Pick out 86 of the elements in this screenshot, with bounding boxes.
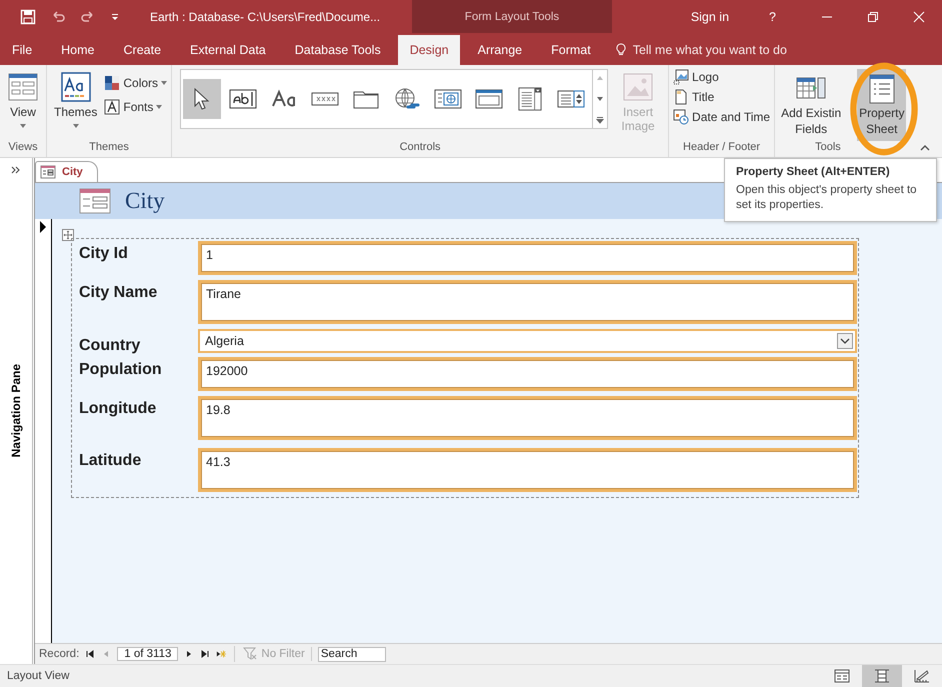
search-field[interactable]: Search bbox=[318, 646, 386, 662]
status-text: Layout View bbox=[7, 670, 70, 682]
design-view-icon[interactable] bbox=[914, 669, 930, 683]
ribbon-tab[interactable]: Database Tools bbox=[282, 35, 392, 65]
combo-box[interactable]: Algeria bbox=[198, 329, 857, 353]
caret-icon bbox=[156, 105, 162, 109]
field-label: City Id bbox=[78, 244, 129, 264]
caret-icon bbox=[20, 124, 26, 128]
fonts-button[interactable]: Fonts bbox=[104, 99, 168, 115]
colors-button[interactable]: Colors bbox=[104, 75, 168, 91]
group-label: Views bbox=[7, 141, 39, 155]
ribbon-tab[interactable]: Create bbox=[112, 35, 172, 65]
scroll-down-icon[interactable] bbox=[596, 95, 604, 103]
text-field[interactable]: 1 bbox=[198, 241, 857, 275]
first-record-icon[interactable] bbox=[85, 649, 96, 659]
tool-button[interactable]: Add Existin Fields bbox=[779, 69, 844, 141]
text-field[interactable]: 19.8 bbox=[198, 396, 857, 440]
calendar-clock-icon bbox=[673, 109, 690, 125]
caret-icon bbox=[72, 124, 79, 128]
help-button[interactable]: ? bbox=[741, 10, 804, 24]
context-title: Form Layout Tools bbox=[464, 10, 560, 22]
themes-button[interactable]: Themes bbox=[51, 69, 100, 130]
ribbon-tab[interactable]: Format bbox=[539, 35, 602, 65]
group-label: Controls bbox=[398, 141, 442, 155]
form-view-icon[interactable] bbox=[834, 669, 850, 683]
record-label: Record: bbox=[39, 648, 80, 660]
layout-view-icon[interactable] bbox=[874, 669, 890, 683]
navigation-control-icon bbox=[475, 87, 504, 111]
text-field[interactable]: Tirane bbox=[198, 280, 857, 324]
tooltip-text: Open this object's property sheet to set its properties. bbox=[736, 183, 918, 213]
collapse-ribbon-icon[interactable] bbox=[920, 145, 930, 151]
logo-image-icon bbox=[673, 69, 690, 85]
header-footer-button[interactable]: Date and Time bbox=[673, 109, 770, 125]
record-selector[interactable] bbox=[35, 219, 52, 643]
window-title: Earth : Database- C:\Users\Fred\Docume... bbox=[150, 10, 382, 24]
page-icon bbox=[673, 89, 690, 105]
group-label: Tools bbox=[815, 141, 841, 155]
field-label: Population bbox=[78, 360, 163, 380]
current-record-icon bbox=[39, 221, 47, 233]
restore-icon[interactable] bbox=[867, 10, 879, 22]
form-icon bbox=[79, 188, 111, 214]
colors-icon bbox=[104, 75, 120, 91]
field-label: City Name bbox=[78, 283, 158, 303]
save-icon[interactable] bbox=[20, 8, 36, 24]
font-icon bbox=[104, 99, 120, 115]
navigation-pane-label: Navigation Pane bbox=[9, 364, 23, 458]
tell-me-search[interactable]: Tell me what you want to do bbox=[632, 43, 787, 57]
field-label: Country bbox=[78, 336, 142, 355]
record-number-field[interactable]: 1 of 3113 bbox=[117, 647, 178, 661]
group-label: Themes bbox=[88, 141, 130, 155]
text-box-icon bbox=[229, 87, 258, 111]
tooltip-title: Property Sheet (Alt+ENTER) bbox=[736, 166, 891, 178]
more-icon[interactable] bbox=[596, 116, 604, 124]
last-record-icon[interactable] bbox=[200, 649, 210, 659]
header-footer-button[interactable]: Logo bbox=[673, 69, 719, 85]
form-icon bbox=[40, 164, 56, 180]
themes-icon bbox=[60, 71, 92, 103]
close-icon[interactable] bbox=[913, 10, 925, 22]
sign-in-link[interactable]: Sign in bbox=[678, 10, 742, 24]
funnel-icon bbox=[243, 647, 258, 661]
view-button[interactable]: View bbox=[4, 69, 42, 130]
globe-link-icon bbox=[393, 87, 422, 111]
customize-icon[interactable] bbox=[110, 12, 120, 22]
group-label: Header / Footer bbox=[682, 141, 762, 155]
lightbulb-icon bbox=[614, 43, 628, 57]
control-tool[interactable] bbox=[183, 79, 222, 119]
ribbon-tab[interactable]: File bbox=[0, 35, 44, 65]
field-label: Latitude bbox=[78, 451, 142, 471]
move-handle-icon[interactable] bbox=[62, 229, 74, 241]
document-tab[interactable]: City bbox=[35, 161, 98, 182]
text-field[interactable]: 192000 bbox=[198, 357, 857, 391]
expand-icon[interactable] bbox=[11, 166, 21, 174]
form-title: City bbox=[125, 188, 165, 214]
list-box-icon bbox=[516, 87, 544, 111]
web-browser-icon bbox=[434, 87, 462, 111]
new-record-icon[interactable] bbox=[216, 649, 226, 659]
caret-icon bbox=[161, 81, 168, 85]
ribbon-tab[interactable]: External Data bbox=[178, 35, 277, 65]
header-footer-button[interactable]: Title bbox=[673, 89, 714, 105]
field-label: Longitude bbox=[78, 399, 158, 419]
ribbon-tab[interactable]: Design bbox=[398, 35, 460, 65]
ribbon-tab[interactable]: Arrange bbox=[466, 35, 534, 65]
image-icon bbox=[622, 71, 654, 103]
ribbon-tab[interactable]: Home bbox=[49, 35, 106, 65]
text-field[interactable]: 41.3 bbox=[198, 448, 857, 492]
form-view-icon bbox=[7, 71, 39, 103]
